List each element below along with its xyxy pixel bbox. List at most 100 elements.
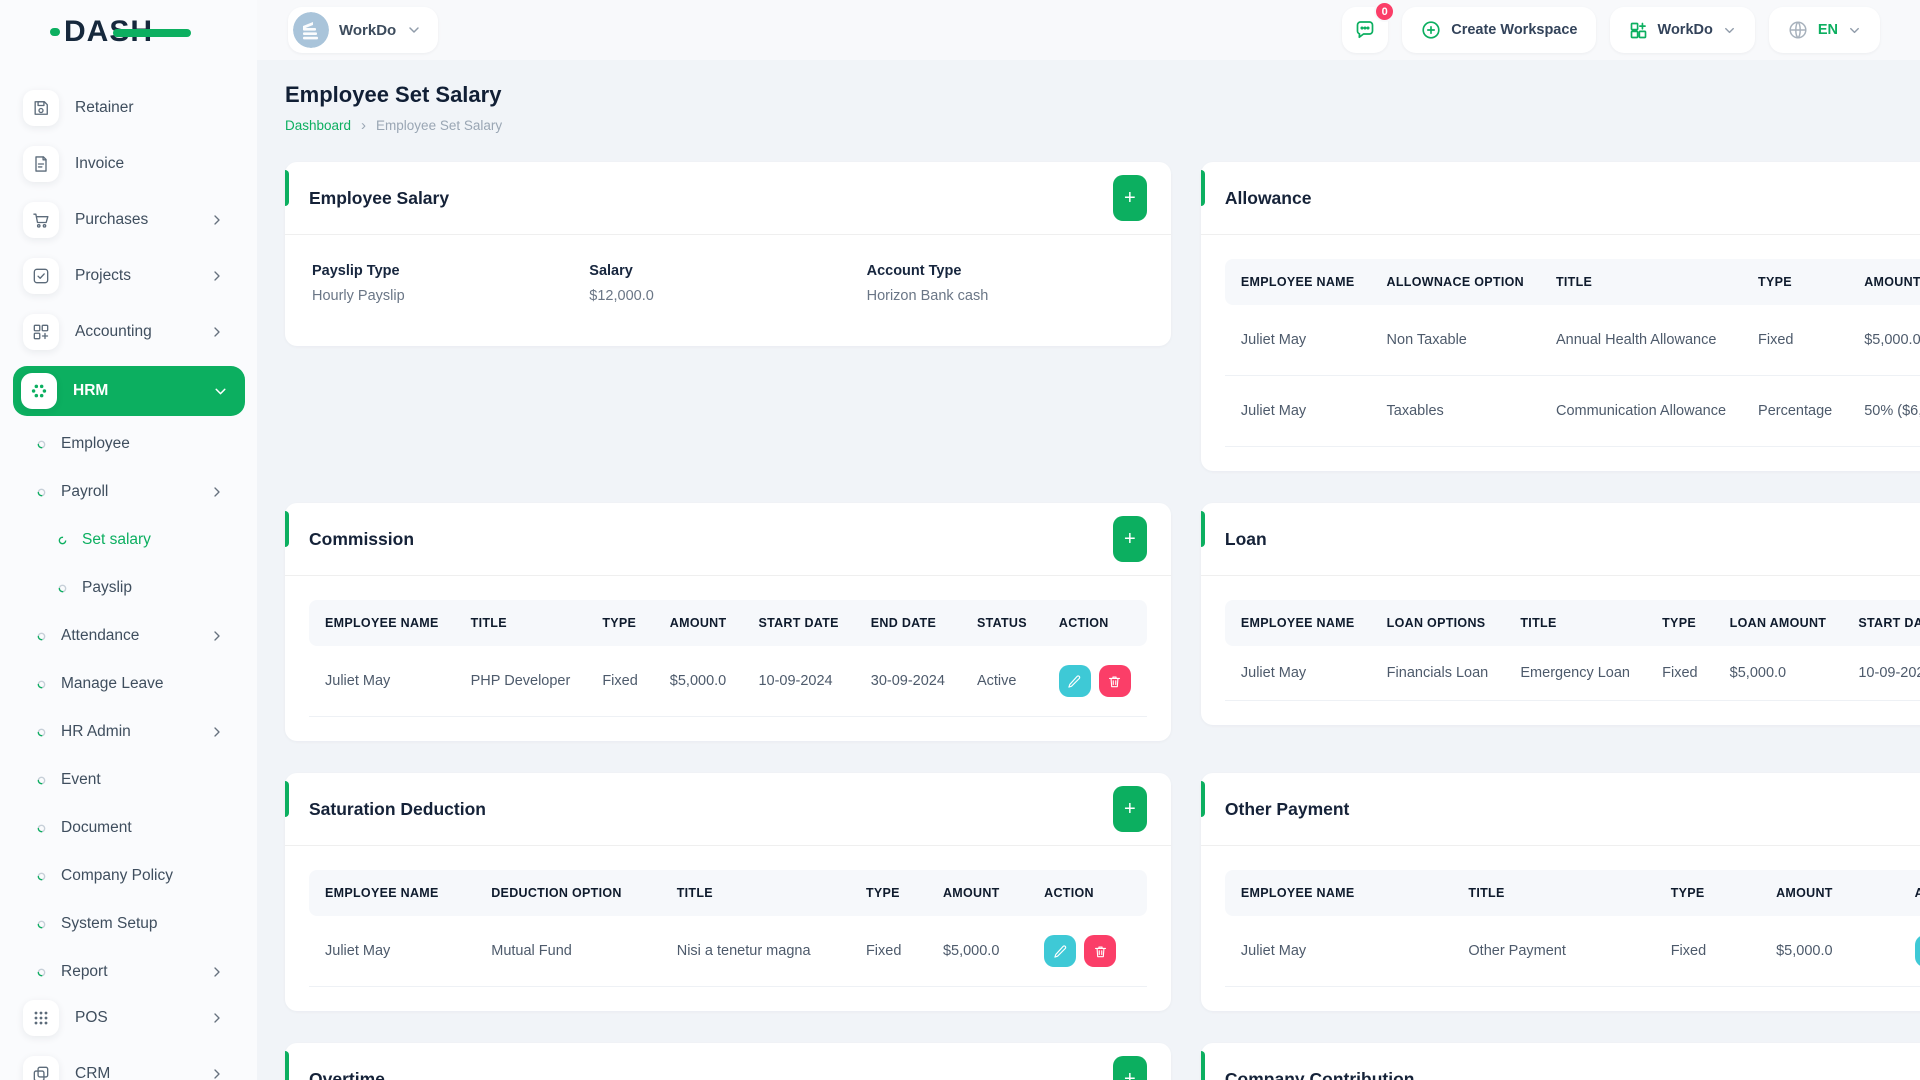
logo-accent-bar: [113, 29, 192, 37]
sidebar-item-label: CRM: [75, 1065, 111, 1080]
sidebar-item-invoice[interactable]: Invoice: [0, 142, 257, 186]
column-header: ACTION: [1042, 600, 1147, 646]
messages-count-badge: 0: [1374, 1, 1396, 22]
sidebar-item-label: HR Admin: [61, 723, 131, 740]
sidebar-item-hr-admin[interactable]: HR Admin: [0, 708, 257, 756]
plus-circle-icon: [1422, 21, 1440, 39]
add-commission-button[interactable]: +: [1112, 516, 1147, 562]
workdo-menu-label: WorkDo: [1657, 22, 1713, 38]
table-cell: Emergency Loan: [1504, 646, 1647, 701]
data-table: EMPLOYEE NAME TITLE TYPE AMOUNT START DATE EN…: [309, 600, 1147, 717]
sidebar-item-crm[interactable]: CRM: [0, 1052, 257, 1080]
column-header: EMPLOYEE NAME: [1224, 870, 1453, 916]
sidebar-item-company-policy[interactable]: Company Policy: [0, 852, 257, 900]
table-cell: Fixed: [1742, 305, 1849, 376]
edit-pencil-icon: [1068, 674, 1081, 688]
employee-salary-card: Employee Salary + Payslip Type Hourly Pa…: [285, 162, 1171, 346]
column-header: TYPE: [1742, 259, 1849, 305]
employee-salary-details: Payslip Type Hourly Payslip Salary $12,0…: [285, 235, 1171, 346]
field-label: Account Type: [866, 263, 962, 279]
bullet-icon: [36, 775, 47, 786]
field-value: Hourly Payslip: [312, 288, 405, 304]
column-header: TITLE: [1452, 870, 1655, 916]
sidebar-item-hrm[interactable]: HRM: [13, 366, 245, 416]
add-employee-salary-button[interactable]: +: [1112, 175, 1147, 221]
bullet-icon: [36, 823, 47, 834]
sidebar-item-retainer[interactable]: Retainer: [0, 86, 257, 130]
data-table: EMPLOYEE NAMETITLETYPEAMOUNTACTIONJuliet…: [1224, 870, 1920, 987]
card-title: Overtime: [309, 1068, 385, 1080]
sidebar-item-purchases[interactable]: Purchases: [0, 198, 257, 242]
workdo-menu-button[interactable]: WorkDo: [1609, 7, 1755, 53]
sidebar-item-attendance[interactable]: Attendance: [0, 612, 257, 660]
language-selector[interactable]: EN: [1768, 7, 1880, 53]
chevron-right-icon: [209, 724, 225, 740]
messages-button[interactable]: 0: [1342, 1, 1396, 53]
saturation-deduction-table: EMPLOYEE NAME DEDUCTION OPTION TITLE TYPE AM…: [309, 870, 1147, 987]
delete-button[interactable]: [1084, 935, 1117, 967]
sidebar-item-set-salary[interactable]: Set salary: [0, 516, 257, 564]
table-cell: Other Payment: [1452, 916, 1655, 987]
bullet-icon: [36, 919, 47, 930]
sidebar-item-pos[interactable]: POS: [0, 996, 257, 1040]
invoice-icon: [23, 146, 59, 182]
plus-icon: +: [1124, 1068, 1136, 1080]
workspace-selector[interactable]: WorkDo: [288, 7, 439, 53]
sidebar-item-label: Invoice: [75, 155, 125, 172]
bullet-icon: [36, 439, 47, 450]
table-cell: PHP Developer: [454, 646, 587, 717]
plus-icon: +: [1124, 528, 1136, 550]
edit-button[interactable]: [1914, 935, 1920, 967]
column-header: LOAN AMOUNT: [1713, 600, 1843, 646]
card-title: Allowance: [1224, 187, 1312, 208]
sidebar-item-employee[interactable]: Employee: [0, 420, 257, 468]
column-header: AMOUNT: [1848, 259, 1920, 305]
app-logo[interactable]: DASH: [0, 0, 257, 64]
chevron-down-icon: [1850, 27, 1859, 33]
table-cell: Mutual Fund: [475, 916, 661, 987]
add-saturation-deduction-button[interactable]: +: [1112, 786, 1147, 832]
bullet-icon: [36, 679, 47, 690]
commission-card: Commission + EMPLOYEE NAME TITLE TYPE AMOUN…: [285, 503, 1171, 741]
chevron-right-icon: [209, 268, 225, 284]
delete-trash-icon: [1109, 675, 1121, 687]
table-cell: Annual Health Allowance: [1539, 305, 1743, 376]
sidebar-item-accounting[interactable]: Accounting: [0, 310, 257, 354]
bullet-icon: [36, 631, 47, 642]
breadcrumb-dashboard-link[interactable]: Dashboard: [285, 118, 351, 133]
delete-button[interactable]: [1098, 665, 1131, 697]
column-header: AMOUNT: [653, 600, 743, 646]
edit-button[interactable]: [1044, 935, 1077, 967]
sidebar-item-report[interactable]: Report: [0, 948, 257, 996]
chevron-right-icon: [209, 1010, 225, 1026]
table-cell: Communication Allowance: [1539, 375, 1743, 447]
table-cell: $5,000.0: [1760, 916, 1899, 987]
bullet-icon: [36, 727, 47, 738]
sidebar-item-label: Event: [61, 771, 101, 788]
company-contribution-card: Company Contribution +: [1200, 1043, 1920, 1080]
sidebar-item-payslip[interactable]: Payslip: [0, 564, 257, 612]
column-header: TYPE: [1654, 870, 1761, 916]
add-overtime-button[interactable]: +: [1112, 1056, 1147, 1080]
table-cell: Fixed: [849, 916, 927, 987]
sidebar-item-event[interactable]: Event: [0, 756, 257, 804]
table-cell: Financials Loan: [1370, 646, 1505, 701]
globe-icon: [1789, 21, 1807, 39]
sidebar-item-projects[interactable]: Projects: [0, 254, 257, 298]
logo-accent-dot: [50, 28, 60, 36]
sidebar-item-manage-leave[interactable]: Manage Leave: [0, 660, 257, 708]
edit-button[interactable]: [1058, 665, 1091, 697]
crm-icon: [23, 1056, 59, 1080]
column-header: ACTION: [1898, 870, 1920, 916]
bullet-icon: [36, 967, 47, 978]
create-workspace-button[interactable]: Create Workspace: [1402, 7, 1596, 53]
table-cell: $5,000.0: [653, 646, 743, 717]
table-cell: $5,000.0: [926, 916, 1029, 987]
sidebar-item-label: Accounting: [75, 323, 152, 340]
table-cell: Juliet May: [309, 646, 455, 717]
sidebar-item-document[interactable]: Document: [0, 804, 257, 852]
table-cell: Percentage: [1742, 375, 1849, 447]
page-title: Employee Set Salary: [285, 82, 502, 107]
sidebar-item-payroll[interactable]: Payroll: [0, 468, 257, 516]
sidebar-item-system-setup[interactable]: System Setup: [0, 900, 257, 948]
